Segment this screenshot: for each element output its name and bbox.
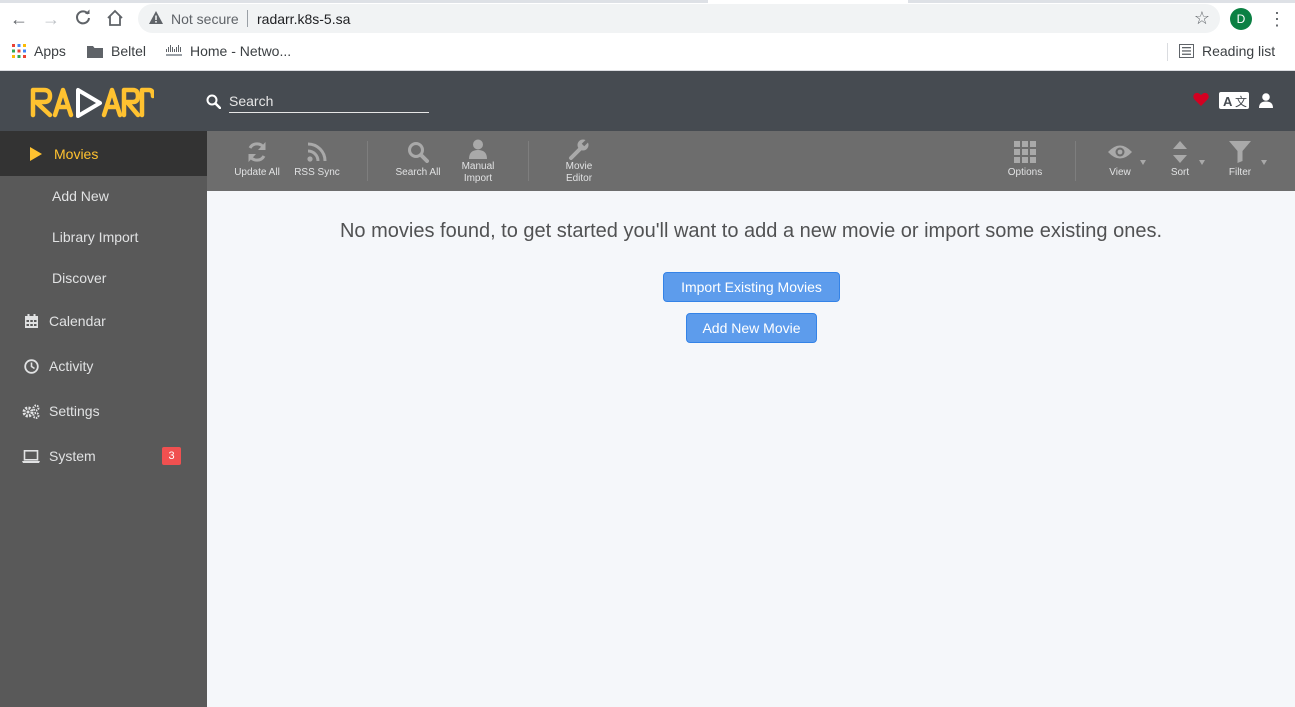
back-icon[interactable]: ← <box>9 9 29 29</box>
rss-sync-label: RSS Sync <box>294 167 340 178</box>
laptop-icon <box>22 447 40 465</box>
view-label: View <box>1109 167 1131 178</box>
sidebar: Movies Add New Library Import Discover C… <box>0 131 207 707</box>
reload-icon[interactable] <box>73 9 93 29</box>
sidebar-item-label: Settings <box>49 403 100 419</box>
folder-icon <box>87 45 103 58</box>
apps-grid-icon <box>12 44 26 58</box>
search-icon <box>206 94 221 109</box>
translate-icon[interactable]: A 文 <box>1219 92 1249 109</box>
movie-editor-label: Movie <box>565 161 593 172</box>
bookmark-beltel[interactable]: Beltel <box>87 43 146 59</box>
wrench-icon <box>568 137 590 161</box>
sort-label: Sort <box>1170 167 1190 178</box>
options-label: Options <box>1007 167 1043 178</box>
browser-chrome: ← → Not secure radarr.k8s-5.sa ☆ D ⋮ App… <box>0 0 1295 71</box>
search-box <box>206 90 429 114</box>
user-icon[interactable] <box>1259 93 1273 108</box>
filter-icon <box>1229 137 1251 167</box>
address-bar[interactable]: Not secure radarr.k8s-5.sa ☆ <box>138 4 1220 33</box>
grid-icon <box>1014 137 1036 167</box>
sidebar-item-calendar[interactable]: Calendar <box>0 311 207 331</box>
sidebar-item-activity[interactable]: Activity <box>0 356 207 376</box>
empty-state-message: No movies found, to get started you'll w… <box>339 220 1162 242</box>
import-existing-movies-button[interactable]: Import Existing Movies <box>663 272 840 302</box>
page-toolbar: Update All RSS Sync Search All Manual Im… <box>207 131 1295 191</box>
sidebar-item-label: Calendar <box>49 313 106 329</box>
manual-import-label: Manual <box>461 161 495 172</box>
heart-icon[interactable] <box>1193 92 1209 106</box>
search-all-button[interactable]: Search All <box>390 131 446 191</box>
eye-icon <box>1107 137 1133 167</box>
search-input[interactable] <box>229 90 429 113</box>
search-icon <box>407 137 429 167</box>
tab-strip <box>0 0 1295 3</box>
cisco-icon <box>166 45 182 56</box>
rss-icon <box>307 137 327 167</box>
reading-list-label: Reading list <box>1202 43 1276 59</box>
profile-avatar[interactable]: D <box>1230 8 1252 30</box>
rss-sync-button[interactable]: RSS Sync <box>291 131 343 191</box>
main-content: No movies found, to get started you'll w… <box>207 191 1295 707</box>
reading-list-icon <box>1179 44 1194 58</box>
filter-menu-button[interactable]: Filter <box>1220 131 1260 191</box>
search-all-label: Search All <box>395 167 441 178</box>
bookmark-label: Home - Netwo... <box>190 43 292 59</box>
chevron-down-icon <box>1199 160 1205 165</box>
sort-menu-button[interactable]: Sort <box>1160 131 1200 191</box>
browser-menu-icon[interactable]: ⋮ <box>1268 9 1286 30</box>
clock-icon <box>22 357 40 375</box>
cogs-icon <box>22 402 40 420</box>
update-all-label: Update All <box>234 167 280 178</box>
sort-icon <box>1173 137 1187 167</box>
manual-import-label: Import <box>463 173 493 184</box>
forward-icon[interactable]: → <box>41 9 61 29</box>
view-menu-button[interactable]: View <box>1100 131 1140 191</box>
play-icon <box>27 145 45 163</box>
refresh-icon <box>245 137 269 167</box>
sidebar-item-discover[interactable]: Discover <box>52 270 106 286</box>
status-badge: 3 <box>162 447 181 465</box>
user-icon <box>469 137 487 161</box>
sidebar-item-label: Movies <box>54 145 99 162</box>
app-header: A 文 <box>0 71 1295 131</box>
chevron-down-icon <box>1140 160 1146 165</box>
chevron-down-icon <box>1261 160 1267 165</box>
manual-import-button[interactable]: Manual Import <box>453 131 503 191</box>
add-new-movie-button[interactable]: Add New Movie <box>686 313 817 343</box>
sidebar-item-system[interactable]: System 3 <box>0 446 207 466</box>
warning-icon <box>149 11 163 24</box>
bookmark-label: Beltel <box>111 43 147 59</box>
sidebar-item-label: System <box>49 448 96 464</box>
bookmark-apps[interactable]: Apps <box>12 43 66 59</box>
sidebar-item-add-new[interactable]: Add New <box>52 188 109 204</box>
movie-editor-button[interactable]: Movie Editor <box>554 131 604 191</box>
reading-list-button[interactable]: Reading list <box>1179 43 1275 59</box>
movie-editor-label: Editor <box>565 173 593 184</box>
url-text[interactable]: radarr.k8s-5.sa <box>257 11 350 27</box>
bookmark-star-icon[interactable]: ☆ <box>1194 9 1210 27</box>
update-all-button[interactable]: Update All <box>230 131 284 191</box>
bookmark-label: Apps <box>34 43 66 59</box>
security-label: Not secure <box>171 11 239 27</box>
options-button[interactable]: Options <box>1000 131 1050 191</box>
sidebar-item-library-import[interactable]: Library Import <box>52 229 138 245</box>
sidebar-item-movies[interactable]: Movies <box>0 131 207 176</box>
filter-label: Filter <box>1228 167 1252 178</box>
bookmark-home-network[interactable]: Home - Netwo... <box>166 43 291 59</box>
calendar-icon <box>22 312 40 330</box>
sidebar-item-settings[interactable]: Settings <box>0 401 207 421</box>
svg-text:A: A <box>1223 94 1233 109</box>
bookmarks-bar: Apps Beltel Home - Netwo... Reading list <box>0 38 1295 66</box>
radarr-logo[interactable] <box>30 85 154 119</box>
home-icon[interactable] <box>105 9 125 29</box>
svg-text:文: 文 <box>1235 94 1247 109</box>
sidebar-item-label: Activity <box>49 358 94 374</box>
